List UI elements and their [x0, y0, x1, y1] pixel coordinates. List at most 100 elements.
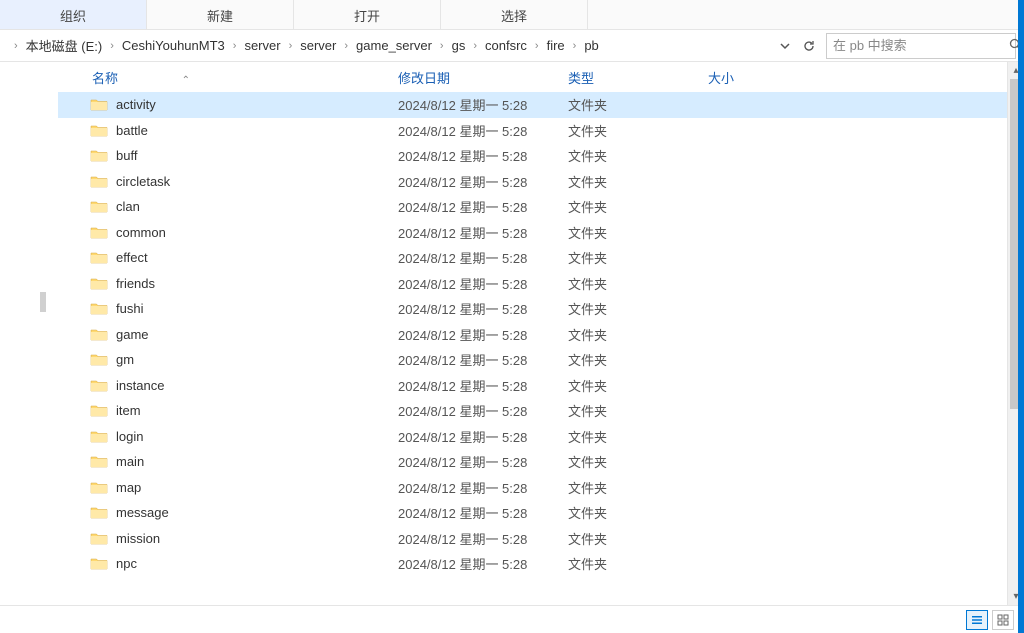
folder-icon — [90, 250, 108, 265]
table-row[interactable]: buff2024/8/12 星期一 5:28文件夹 — [58, 143, 1024, 169]
toolbar: 组织 新建 打开 选择 — [0, 0, 1024, 30]
view-details-button[interactable] — [966, 610, 988, 630]
table-row[interactable]: gm2024/8/12 星期一 5:28文件夹 — [58, 347, 1024, 373]
file-name: map — [116, 480, 398, 495]
breadcrumb-segment[interactable]: CeshiYouhunMT3 — [120, 34, 227, 57]
column-header-date[interactable]: 修改日期 — [398, 68, 568, 87]
breadcrumb-segment[interactable]: server — [298, 34, 338, 57]
file-name: buff — [116, 148, 398, 163]
file-date: 2024/8/12 星期一 5:28 — [398, 452, 568, 471]
folder-icon — [90, 531, 108, 546]
folder-icon — [90, 301, 108, 316]
breadcrumb-segment[interactable]: gs — [450, 34, 468, 57]
file-name: effect — [116, 250, 398, 265]
breadcrumb-segment[interactable]: confsrc — [483, 34, 529, 57]
file-name: login — [116, 429, 398, 444]
table-row[interactable]: game2024/8/12 星期一 5:28文件夹 — [58, 322, 1024, 348]
file-name: circletask — [116, 174, 398, 189]
file-type: 文件夹 — [568, 529, 708, 548]
folder-icon — [90, 225, 108, 240]
table-row[interactable]: effect2024/8/12 星期一 5:28文件夹 — [58, 245, 1024, 271]
file-type: 文件夹 — [568, 325, 708, 344]
file-name: npc — [116, 556, 398, 571]
breadcrumb-segment[interactable]: 本地磁盘 (E:) — [24, 32, 105, 59]
table-row[interactable]: common2024/8/12 星期一 5:28文件夹 — [58, 220, 1024, 246]
file-type: 文件夹 — [568, 503, 708, 522]
file-type: 文件夹 — [568, 478, 708, 497]
folder-icon — [90, 403, 108, 418]
column-header-type[interactable]: 类型 — [568, 68, 708, 87]
breadcrumb[interactable]: ›本地磁盘 (E:)›CeshiYouhunMT3›server›server›… — [0, 32, 768, 59]
folder-icon — [90, 148, 108, 163]
folder-icon — [90, 429, 108, 444]
folder-icon — [90, 505, 108, 520]
file-date: 2024/8/12 星期一 5:28 — [398, 478, 568, 497]
sort-indicator-icon: ⌃ — [182, 75, 190, 86]
file-list[interactable]: activity2024/8/12 星期一 5:28文件夹battle2024/… — [58, 92, 1024, 605]
search-box[interactable] — [826, 33, 1016, 59]
breadcrumb-segment[interactable]: game_server — [354, 34, 434, 57]
file-name: game — [116, 327, 398, 342]
file-date: 2024/8/12 星期一 5:28 — [398, 401, 568, 420]
file-type: 文件夹 — [568, 95, 708, 114]
file-name: gm — [116, 352, 398, 367]
file-type: 文件夹 — [568, 146, 708, 165]
file-date: 2024/8/12 星期一 5:28 — [398, 248, 568, 267]
file-date: 2024/8/12 星期一 5:28 — [398, 299, 568, 318]
file-date: 2024/8/12 星期一 5:28 — [398, 529, 568, 548]
columns-header: 名称 ⌃ 修改日期 类型 大小 — [58, 62, 1024, 92]
address-dropdown-icon[interactable] — [774, 35, 796, 57]
table-row[interactable]: friends2024/8/12 星期一 5:28文件夹 — [58, 271, 1024, 297]
table-row[interactable]: instance2024/8/12 星期一 5:28文件夹 — [58, 373, 1024, 399]
file-type: 文件夹 — [568, 223, 708, 242]
table-row[interactable]: main2024/8/12 星期一 5:28文件夹 — [58, 449, 1024, 475]
breadcrumb-segment[interactable]: server — [242, 34, 282, 57]
file-date: 2024/8/12 星期一 5:28 — [398, 503, 568, 522]
navigation-pane-collapsed[interactable] — [0, 62, 58, 605]
folder-icon — [90, 327, 108, 342]
file-date: 2024/8/12 星期一 5:28 — [398, 554, 568, 573]
refresh-icon[interactable] — [798, 35, 820, 57]
search-input[interactable] — [833, 38, 1009, 53]
table-row[interactable]: circletask2024/8/12 星期一 5:28文件夹 — [58, 169, 1024, 195]
view-large-icons-button[interactable] — [992, 610, 1014, 630]
file-type: 文件夹 — [568, 274, 708, 293]
file-name: message — [116, 505, 398, 520]
file-type: 文件夹 — [568, 350, 708, 369]
file-date: 2024/8/12 星期一 5:28 — [398, 146, 568, 165]
file-name: battle — [116, 123, 398, 138]
file-type: 文件夹 — [568, 197, 708, 216]
address-bar: ›本地磁盘 (E:)›CeshiYouhunMT3›server›server›… — [0, 30, 1024, 62]
file-date: 2024/8/12 星期一 5:28 — [398, 172, 568, 191]
table-row[interactable]: clan2024/8/12 星期一 5:28文件夹 — [58, 194, 1024, 220]
toolbar-organize[interactable]: 组织 — [0, 0, 147, 29]
breadcrumb-segment[interactable]: pb — [582, 34, 600, 57]
folder-icon — [90, 97, 108, 112]
table-row[interactable]: npc2024/8/12 星期一 5:28文件夹 — [58, 551, 1024, 577]
table-row[interactable]: map2024/8/12 星期一 5:28文件夹 — [58, 475, 1024, 501]
table-row[interactable]: battle2024/8/12 星期一 5:28文件夹 — [58, 118, 1024, 144]
file-type: 文件夹 — [568, 376, 708, 395]
table-row[interactable]: item2024/8/12 星期一 5:28文件夹 — [58, 398, 1024, 424]
window-edge — [1018, 0, 1024, 633]
toolbar-select[interactable]: 选择 — [441, 0, 588, 29]
table-row[interactable]: fushi2024/8/12 星期一 5:28文件夹 — [58, 296, 1024, 322]
file-type: 文件夹 — [568, 172, 708, 191]
column-header-size[interactable]: 大小 — [708, 68, 788, 87]
table-row[interactable]: mission2024/8/12 星期一 5:28文件夹 — [58, 526, 1024, 552]
file-date: 2024/8/12 星期一 5:28 — [398, 197, 568, 216]
table-row[interactable]: login2024/8/12 星期一 5:28文件夹 — [58, 424, 1024, 450]
nav-splitter-handle[interactable] — [40, 292, 46, 312]
file-date: 2024/8/12 星期一 5:28 — [398, 121, 568, 140]
table-row[interactable]: message2024/8/12 星期一 5:28文件夹 — [58, 500, 1024, 526]
status-bar — [0, 605, 1024, 633]
table-row[interactable]: activity2024/8/12 星期一 5:28文件夹 — [58, 92, 1024, 118]
toolbar-open[interactable]: 打开 — [294, 0, 441, 29]
column-header-name[interactable]: 名称 ⌃ — [90, 68, 398, 87]
breadcrumb-separator-icon: › — [227, 40, 243, 52]
breadcrumb-separator-icon: › — [338, 40, 354, 52]
toolbar-new[interactable]: 新建 — [147, 0, 294, 29]
file-type: 文件夹 — [568, 554, 708, 573]
breadcrumb-segment[interactable]: fire — [545, 34, 567, 57]
file-name: instance — [116, 378, 398, 393]
